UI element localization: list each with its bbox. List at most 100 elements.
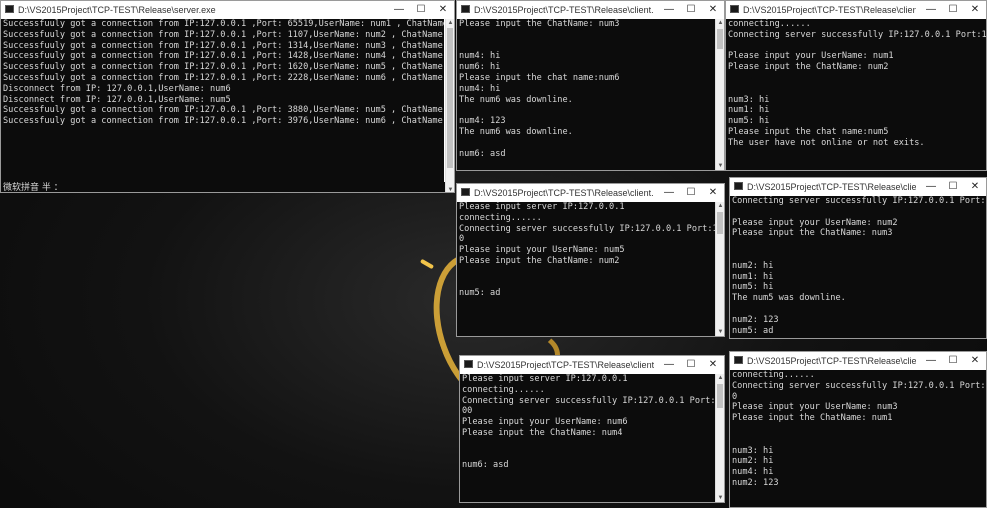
scroll-up-arrow-icon[interactable]: ▲ (716, 374, 724, 382)
console-line: num6: asd (459, 148, 506, 159)
console-line: Successfuuly got a connection from IP:12… (3, 51, 444, 62)
console-icon (730, 5, 739, 13)
client-b-titlebar[interactable]: D:\VS2015Project\TCP-TEST\Release\client… (726, 1, 986, 19)
close-button[interactable]: ✕ (964, 352, 986, 370)
client-window-a[interactable]: D:\VS2015Project\TCP-TEST\Release\client… (456, 0, 725, 171)
client-c-scrollbar[interactable]: ▲ ▼ (715, 202, 724, 336)
client-window-b[interactable]: D:\VS2015Project\TCP-TEST\Release\client… (725, 0, 987, 171)
client-f-window-title: D:\VS2015Project\TCP-TEST\Release\client… (747, 356, 916, 366)
scroll-up-arrow-icon[interactable]: ▲ (446, 19, 454, 27)
console-icon (461, 5, 470, 13)
client-e-scrollbar[interactable]: ▲ ▼ (715, 374, 724, 502)
console-icon (464, 360, 473, 368)
console-line: Successfuuly got a connection from IP:12… (3, 105, 444, 116)
client-window-c[interactable]: D:\VS2015Project\TCP-TEST\Release\client… (456, 183, 725, 337)
close-button[interactable]: ✕ (964, 1, 986, 19)
console-line: connecting...... (459, 212, 542, 223)
server-titlebar[interactable]: D:\VS2015Project\TCP-TEST\Release\server… (1, 1, 454, 19)
scroll-down-arrow-icon[interactable]: ▼ (716, 494, 724, 502)
console-line: The num6 was downline. (459, 94, 573, 105)
client-c-console-output[interactable]: Please input server IP:127.0.0.1 connecti… (457, 202, 715, 336)
client-f-console-output[interactable]: connecting...... Connecting server succes… (730, 370, 986, 507)
client-b-window-title: D:\VS2015Project\TCP-TEST\Release\client… (743, 5, 916, 15)
console-line: Successfuuly got a connection from IP:12… (3, 40, 444, 51)
scroll-thumb[interactable] (717, 212, 723, 234)
scroll-up-arrow-icon[interactable]: ▲ (716, 19, 724, 27)
close-button[interactable]: ✕ (702, 1, 724, 19)
maximize-button[interactable]: ☐ (680, 1, 702, 19)
server-window[interactable]: D:\VS2015Project\TCP-TEST\Release\server… (0, 0, 455, 193)
console-line: Connecting server successfully IP:127.0.… (462, 395, 715, 406)
client-e-console-output[interactable]: Please input server IP:127.0.0.1 connecti… (460, 374, 715, 502)
client-b-console-output[interactable]: connecting...... Connecting server succes… (726, 19, 986, 170)
close-button[interactable]: ✕ (702, 356, 724, 374)
client-window-d[interactable]: D:\VS2015Project\TCP-TEST\Release\client… (729, 177, 987, 339)
minimize-button[interactable]: — (658, 356, 680, 374)
client-a-scrollbar[interactable]: ▲ ▼ (715, 19, 724, 170)
console-icon (461, 188, 470, 196)
server-scrollbar[interactable]: ▲ ▼ (445, 19, 454, 192)
console-line: Please input the ChatName: num4 (462, 427, 623, 438)
console-line: connecting...... (728, 19, 811, 29)
console-line: Please input the ChatName: num3 (459, 19, 620, 29)
scroll-down-arrow-icon[interactable]: ▼ (716, 328, 724, 336)
client-a-console-output[interactable]: Please input the ChatName: num3 num4: hi n… (457, 19, 715, 170)
minimize-button[interactable]: — (920, 178, 942, 196)
console-line: num4: hi (459, 51, 501, 62)
minimize-button[interactable]: — (920, 1, 942, 19)
scroll-thumb[interactable] (717, 384, 723, 408)
console-line: Please input your UserName: num5 (459, 245, 625, 256)
maximize-button[interactable]: ☐ (680, 356, 702, 374)
scroll-down-arrow-icon[interactable]: ▼ (716, 162, 724, 170)
console-line: Please input the chat name:num6 (459, 72, 620, 83)
client-f-titlebar[interactable]: D:\VS2015Project\TCP-TEST\Release\client… (730, 352, 986, 370)
close-button[interactable]: ✕ (702, 184, 724, 202)
client-window-e[interactable]: D:\VS2015Project\TCP-TEST\Release\client… (459, 355, 725, 503)
console-line: Please input your UserName: num3 (732, 402, 898, 413)
console-line: Please input server IP:127.0.0.1 (459, 202, 625, 212)
console-line: Please input the ChatName: num3 (732, 228, 893, 239)
maximize-button[interactable]: ☐ (942, 178, 964, 196)
close-button[interactable]: ✕ (964, 178, 986, 196)
client-d-titlebar[interactable]: D:\VS2015Project\TCP-TEST\Release\client… (730, 178, 986, 196)
client-window-f[interactable]: D:\VS2015Project\TCP-TEST\Release\client… (729, 351, 987, 508)
console-line: num4: hi (459, 83, 501, 94)
console-line: connecting...... (732, 370, 815, 380)
console-line: num4: 123 (459, 116, 506, 127)
minimize-button[interactable]: — (658, 1, 680, 19)
client-d-console-output[interactable]: Connecting server successfully IP:127.0.… (730, 196, 986, 338)
minimize-button[interactable]: — (920, 352, 942, 370)
server-console-output[interactable]: Successfuuly got a connection from IP:12… (1, 19, 444, 182)
maximize-button[interactable]: ☐ (942, 1, 964, 19)
minimize-button[interactable]: — (388, 1, 410, 19)
scroll-down-arrow-icon[interactable]: ▼ (446, 186, 454, 192)
close-button[interactable]: ✕ (432, 1, 454, 19)
console-line: Please input the chat name:num5 (728, 126, 889, 137)
console-line: num4: hi (732, 467, 774, 478)
maximize-button[interactable]: ☐ (942, 352, 964, 370)
minimize-button[interactable]: — (658, 184, 680, 202)
console-line: num1: hi (732, 271, 774, 282)
scroll-up-arrow-icon[interactable]: ▲ (716, 202, 724, 210)
console-line: num5: ad (459, 288, 501, 299)
client-a-titlebar[interactable]: D:\VS2015Project\TCP-TEST\Release\client… (457, 1, 724, 19)
console-line: num2: 123 (732, 314, 779, 325)
client-c-titlebar[interactable]: D:\VS2015Project\TCP-TEST\Release\client… (457, 184, 724, 202)
client-d-window-title: D:\VS2015Project\TCP-TEST\Release\client… (747, 182, 916, 192)
console-icon (734, 182, 743, 190)
maximize-button[interactable]: ☐ (410, 1, 432, 19)
scroll-thumb[interactable] (447, 28, 453, 168)
wallpaper-glow-dash (419, 258, 435, 270)
scroll-thumb[interactable] (717, 29, 723, 49)
maximize-button[interactable]: ☐ (680, 184, 702, 202)
client-e-titlebar[interactable]: D:\VS2015Project\TCP-TEST\Release\client… (460, 356, 724, 374)
console-line: Disconnect from IP: 127.0.0.1,UserName: … (3, 83, 231, 94)
